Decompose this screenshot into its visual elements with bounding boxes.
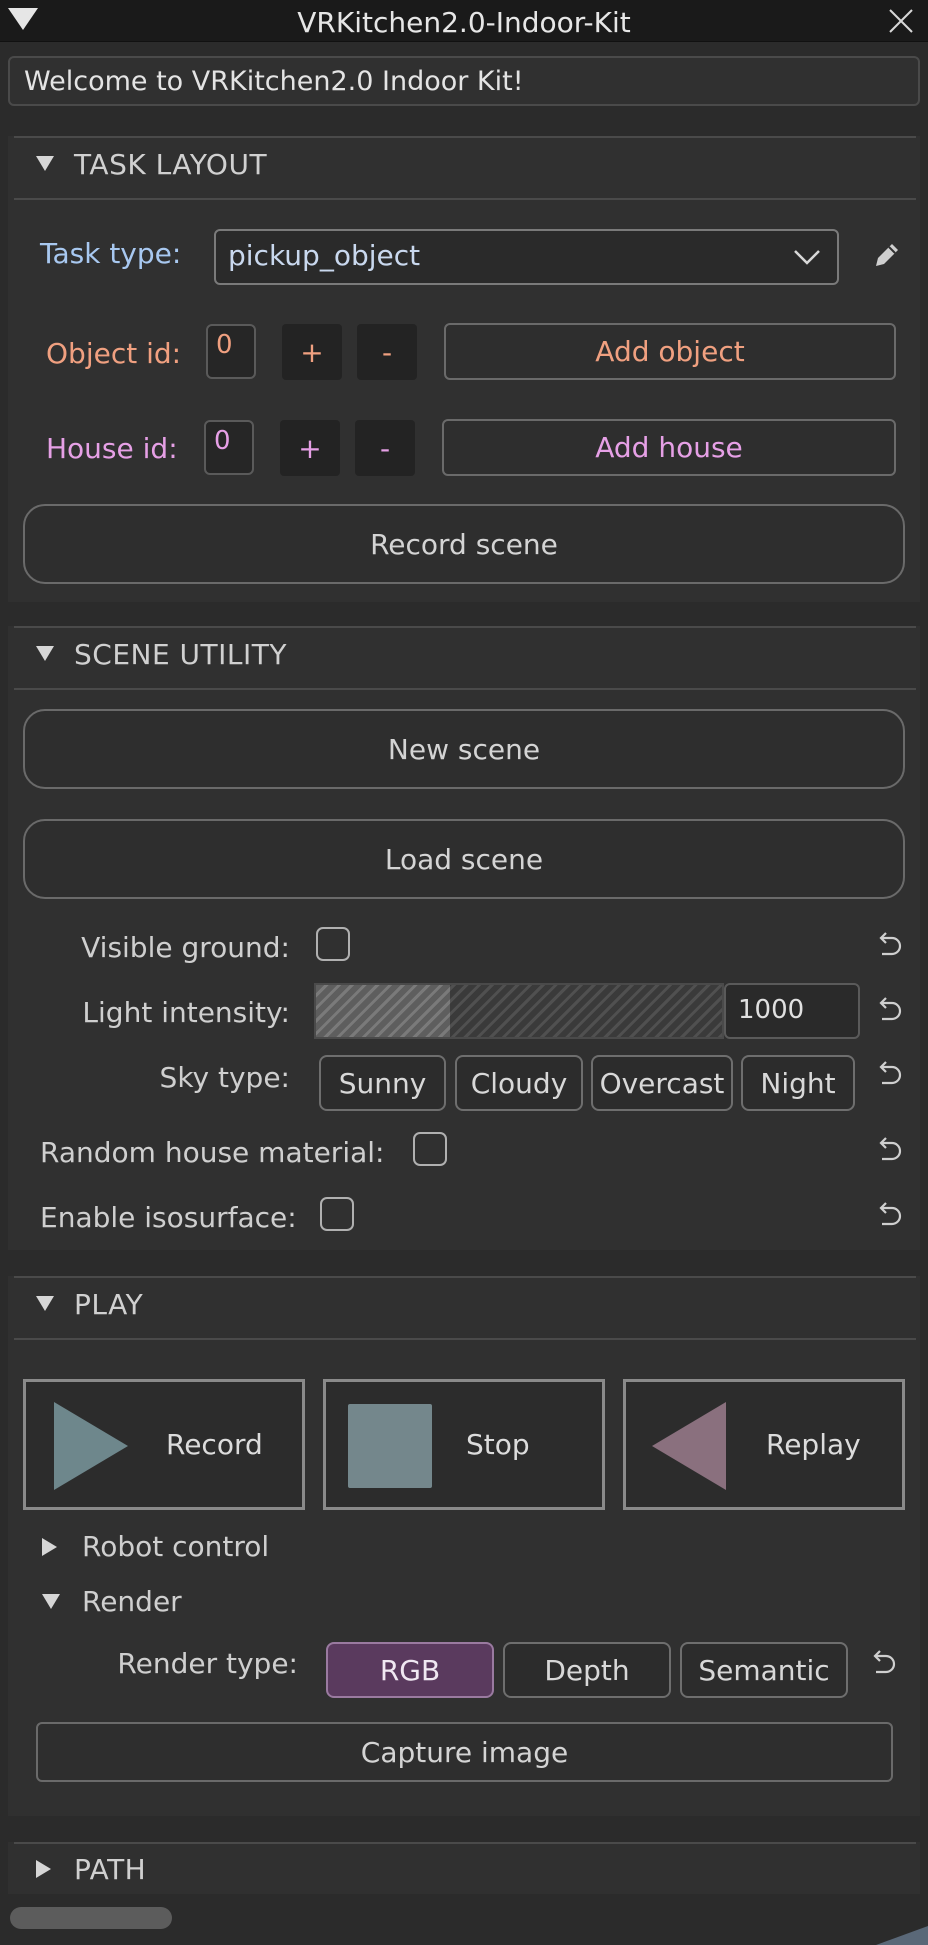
window-title: VRKitchen2.0-Indoor-Kit <box>297 6 631 39</box>
sky-option-night[interactable]: Night <box>741 1055 855 1111</box>
section-header-scene-utility[interactable]: SCENE UTILITY <box>74 638 287 671</box>
reset-icon[interactable] <box>874 1059 904 1089</box>
record-scene-button[interactable]: Record scene <box>23 504 905 584</box>
object-id-increment-button[interactable]: + <box>282 324 342 380</box>
record-button[interactable]: Record <box>23 1379 305 1510</box>
expand-triangle-icon[interactable] <box>42 1538 57 1556</box>
stop-button[interactable]: Stop <box>323 1379 605 1510</box>
new-scene-button[interactable]: New scene <box>23 709 905 789</box>
render-option-rgb[interactable]: RGB <box>326 1642 494 1698</box>
section-header-play[interactable]: PLAY <box>74 1288 143 1321</box>
section-header-task-layout[interactable]: TASK LAYOUT <box>74 148 267 181</box>
enable-isosurface-label: Enable isosurface: <box>40 1201 297 1234</box>
reset-icon[interactable] <box>868 1648 898 1678</box>
divider <box>14 1338 916 1340</box>
title-bar: VRKitchen2.0-Indoor-Kit <box>0 0 928 42</box>
divider <box>14 688 916 690</box>
robot-control-header[interactable]: Robot control <box>82 1530 269 1563</box>
reverse-triangle-icon <box>652 1402 726 1490</box>
house-id-label: House id: <box>46 432 178 465</box>
divider <box>14 1842 916 1844</box>
visible-ground-checkbox[interactable] <box>316 927 350 961</box>
add-object-button[interactable]: Add object <box>444 323 896 380</box>
capture-image-button[interactable]: Capture image <box>36 1722 893 1782</box>
light-intensity-field[interactable]: 1000 <box>724 983 860 1039</box>
divider <box>14 626 916 628</box>
expand-triangle-icon[interactable] <box>36 1860 51 1878</box>
collapse-triangle-icon[interactable] <box>36 156 54 171</box>
sky-option-sunny[interactable]: Sunny <box>319 1055 446 1111</box>
render-header[interactable]: Render <box>82 1585 182 1618</box>
task-type-label: Task type: <box>40 237 182 270</box>
reset-icon[interactable] <box>874 995 904 1025</box>
house-id-increment-button[interactable]: + <box>280 420 340 476</box>
record-label: Record <box>166 1428 263 1461</box>
stop-label: Stop <box>466 1428 530 1461</box>
divider <box>14 136 916 138</box>
resize-grip-icon[interactable] <box>876 1926 928 1945</box>
chevron-down-icon <box>794 250 820 265</box>
sky-option-overcast[interactable]: Overcast <box>591 1055 733 1111</box>
edit-pencil-icon[interactable] <box>870 238 904 272</box>
sky-option-cloudy[interactable]: Cloudy <box>455 1055 583 1111</box>
render-type-label: Render type: <box>117 1647 298 1680</box>
divider <box>14 198 916 200</box>
house-id-decrement-button[interactable]: - <box>355 420 415 476</box>
reset-icon[interactable] <box>874 930 904 960</box>
divider <box>14 1276 916 1278</box>
welcome-banner: Welcome to VRKitchen2.0 Indoor Kit! <box>8 56 920 106</box>
close-icon[interactable] <box>884 4 918 38</box>
light-intensity-slider-fill <box>316 985 450 1037</box>
task-type-value: pickup_object <box>228 239 421 272</box>
object-id-field[interactable]: 0 <box>206 324 256 379</box>
light-intensity-label: Light intensity: <box>82 996 290 1029</box>
random-house-material-label: Random house material: <box>40 1136 385 1169</box>
play-triangle-icon <box>54 1402 128 1490</box>
section-header-path[interactable]: PATH <box>74 1853 146 1886</box>
load-scene-button[interactable]: Load scene <box>23 819 905 899</box>
reset-icon[interactable] <box>874 1135 904 1165</box>
house-id-field[interactable]: 0 <box>204 420 254 475</box>
enable-isosurface-checkbox[interactable] <box>320 1197 354 1231</box>
add-house-button[interactable]: Add house <box>442 419 896 476</box>
collapse-triangle-icon[interactable] <box>42 1594 60 1609</box>
random-house-material-checkbox[interactable] <box>413 1132 447 1166</box>
render-option-semantic[interactable]: Semantic <box>680 1642 848 1698</box>
object-id-decrement-button[interactable]: - <box>357 324 417 380</box>
reset-icon[interactable] <box>874 1200 904 1230</box>
replay-button[interactable]: Replay <box>623 1379 905 1510</box>
collapse-triangle-icon[interactable] <box>36 646 54 661</box>
object-id-label: Object id: <box>46 337 182 370</box>
replay-label: Replay <box>766 1428 861 1461</box>
collapse-triangle-icon[interactable] <box>36 1296 54 1311</box>
light-intensity-slider[interactable] <box>314 983 724 1039</box>
stop-square-icon <box>348 1404 432 1488</box>
sky-type-label: Sky type: <box>159 1061 290 1094</box>
render-option-depth[interactable]: Depth <box>503 1642 671 1698</box>
task-type-dropdown[interactable]: pickup_object <box>214 229 839 285</box>
visible-ground-label: Visible ground: <box>81 931 290 964</box>
horizontal-scrollbar-thumb[interactable] <box>10 1907 172 1929</box>
